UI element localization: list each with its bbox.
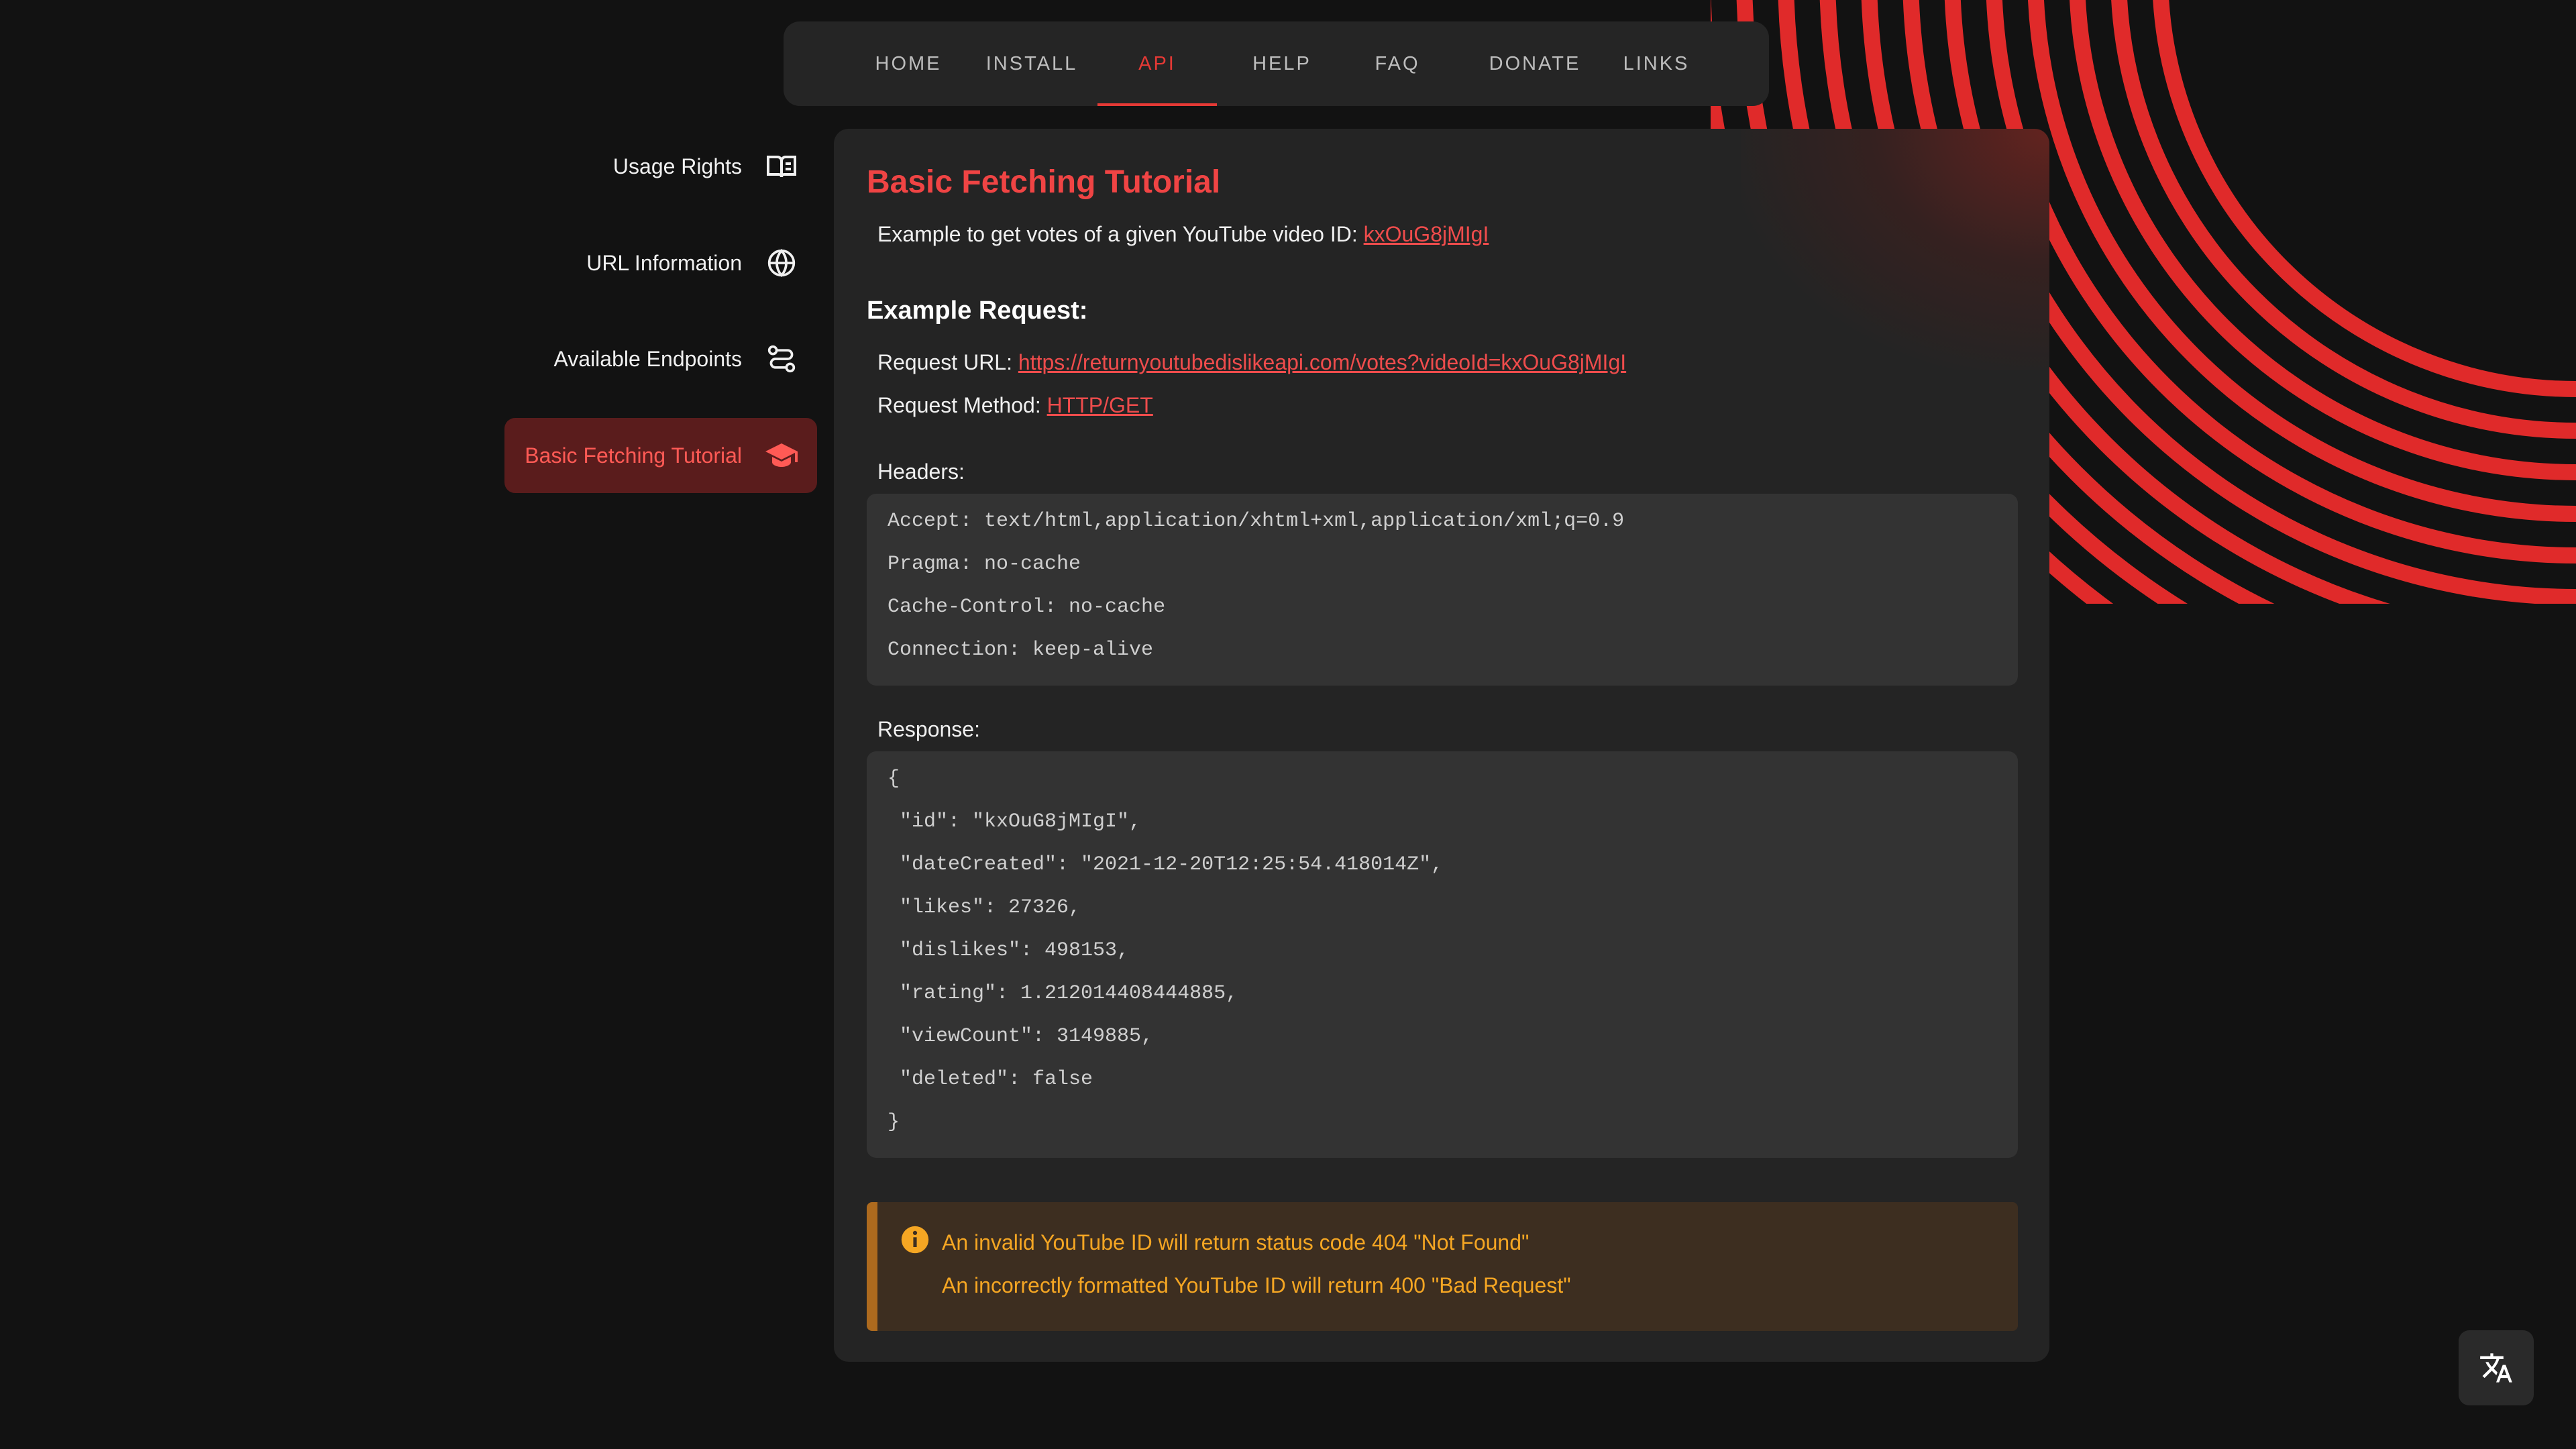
translate-button[interactable] [2459,1330,2534,1405]
code-line: "deleted": false [888,1068,1093,1091]
sidebar-item-label: URL Information [586,250,742,275]
request-url-line: Request URL: https://returnyoutubedislik… [877,350,1626,375]
sidebar-item-label: Available Endpoints [553,346,743,371]
code-line: "rating": 1.212014408444885, [888,982,1238,1005]
code-line: "id": "kxOuG8jMIgI", [888,810,1142,833]
sidebar-item-url-information[interactable]: URL Information [504,225,817,301]
decorative-stripe [2070,0,2576,480]
alert-line: An invalid YouTube ID will return status… [942,1230,1529,1254]
request-method-link[interactable]: HTTP/GET [1047,393,1153,417]
nav-install[interactable]: INSTALL [982,21,1081,106]
top-navigation: HOME INSTALL API HELP FAQ DONATE LINKS [784,21,1769,106]
code-line: "likes": 27326, [888,896,1081,919]
code-line: "viewCount": 3149885, [888,1025,1154,1048]
nav-links[interactable]: LINKS [1608,21,1705,106]
sidebar-item-available-endpoints[interactable]: Available Endpoints [504,321,817,396]
sidebar-item-label: Basic Fetching Tutorial [525,443,742,468]
code-line: Cache-Control: no-cache [888,596,1166,619]
headers-code-block: Accept: text/html,application/xhtml+xml,… [867,494,2018,686]
code-line: Connection: keep-alive [888,639,1154,661]
nav-faq[interactable]: FAQ [1360,21,1434,106]
warning-alert: An invalid YouTube ID will return status… [867,1202,2018,1331]
video-id-link[interactable]: kxOuG8jMIgI [1364,222,1489,246]
nav-donate[interactable]: DONATE [1476,21,1594,106]
request-method-label: Request Method: [877,393,1047,417]
route-icon [765,342,798,376]
globe-icon [765,246,798,280]
code-line: "dislikes": 498153, [888,939,1130,962]
sidebar-item-basic-fetching-tutorial[interactable]: Basic Fetching Tutorial [504,418,817,493]
nav-help[interactable]: HELP [1234,21,1330,106]
sidebar-item-usage-rights[interactable]: Usage Rights [504,129,817,204]
code-line: } [888,1111,900,1134]
info-icon [901,1226,929,1254]
intro-line: Example to get votes of a given YouTube … [877,222,1489,247]
card-glow [1741,129,2049,370]
request-url-label: Request URL: [877,350,1018,374]
code-line: { [888,767,900,790]
decorative-stripe [2111,0,2576,439]
request-method-line: Request Method: HTTP/GET [877,393,1153,418]
graduation-cap-icon [765,439,798,472]
code-line: "dateCreated": "2021-12-20T12:25:54.4180… [888,853,1444,876]
alert-line: An incorrectly formatted YouTube ID will… [942,1273,1571,1297]
book-icon [765,150,798,183]
example-request-heading: Example Request: [867,297,1088,325]
translate-icon [2480,1353,2512,1383]
response-code-block: { "id": "kxOuG8jMIgI", "dateCreated": "2… [867,751,2018,1158]
response-label: Response: [877,717,980,741]
decorative-stripe [2028,0,2576,522]
intro-text: Example to get votes of a given YouTube … [877,222,1364,246]
nav-api[interactable]: API [1097,21,1217,106]
code-line: Accept: text/html,application/xhtml+xml,… [888,510,1625,533]
nav-home[interactable]: HOME [863,21,954,106]
code-line: Pragma: no-cache [888,553,1081,576]
headers-label: Headers: [877,460,965,484]
request-url-link[interactable]: https://returnyoutubedislikeapi.com/vote… [1018,350,1626,374]
tutorial-card: Basic Fetching Tutorial Example to get v… [834,129,2049,1362]
page-title: Basic Fetching Tutorial [867,164,1221,200]
sidebar-item-label: Usage Rights [612,154,742,178]
